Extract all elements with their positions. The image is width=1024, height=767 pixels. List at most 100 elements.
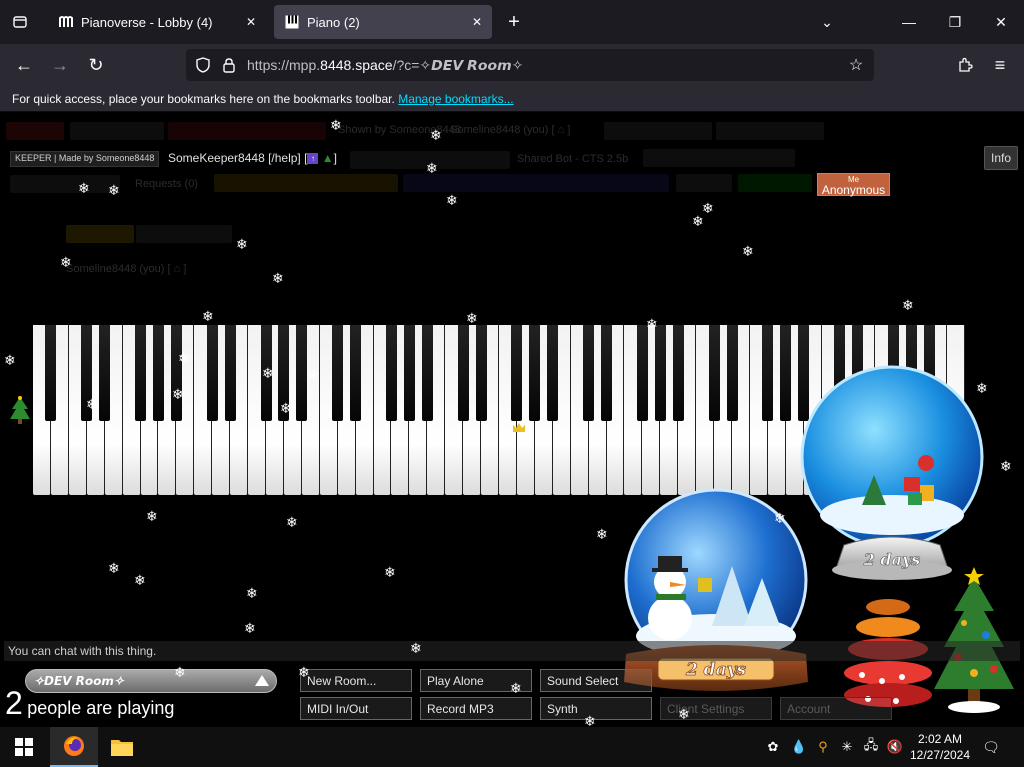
snowflake-icon: ❄ xyxy=(134,572,146,588)
black-key[interactable] xyxy=(636,325,648,421)
sparkle-tray-icon[interactable]: ✳ xyxy=(838,738,856,756)
black-key[interactable] xyxy=(780,325,792,421)
black-key[interactable] xyxy=(726,325,738,421)
black-key[interactable] xyxy=(135,325,147,421)
file-explorer-icon[interactable] xyxy=(98,727,146,767)
chat-input[interactable] xyxy=(4,641,1020,661)
extensions-icon[interactable] xyxy=(952,52,978,78)
black-key[interactable] xyxy=(81,325,93,421)
url-bar[interactable]: https://mpp.8448.space/?c=✧𝘿𝙀𝙑 𝙍𝙤𝙤𝙢✧ ☆ xyxy=(186,49,874,81)
black-key[interactable] xyxy=(457,325,469,421)
dim-label: Someline8448 (you) [ ⌂ ] xyxy=(450,124,571,136)
clock[interactable]: 2:02 AM 12/27/2024 xyxy=(904,731,976,763)
notification-icon[interactable]: 🗨 xyxy=(980,736,1002,758)
black-key[interactable] xyxy=(511,325,523,421)
back-icon[interactable]: ← xyxy=(11,52,37,78)
dim-control xyxy=(738,174,812,192)
play-alone-button[interactable]: Play Alone xyxy=(420,669,532,692)
close-window-icon[interactable]: ✕ xyxy=(986,8,1016,36)
black-key[interactable] xyxy=(583,325,595,421)
expand-up-icon[interactable] xyxy=(255,675,269,686)
start-button[interactable] xyxy=(0,727,48,767)
search-tray-icon[interactable]: ⚲ xyxy=(814,738,832,756)
menu-icon[interactable]: ≡ xyxy=(987,52,1013,78)
pianoverse-icon xyxy=(58,14,74,30)
black-key[interactable] xyxy=(296,325,308,421)
account-button[interactable]: Account xyxy=(780,697,892,720)
dim-control xyxy=(6,122,64,140)
black-key[interactable] xyxy=(170,325,182,421)
manage-bookmarks-link[interactable]: Manage bookmarks... xyxy=(398,92,513,106)
black-key[interactable] xyxy=(762,325,774,421)
snowflake-icon: ❄ xyxy=(272,270,284,286)
black-key[interactable] xyxy=(278,325,290,421)
forward-icon[interactable]: → xyxy=(47,52,73,78)
black-key[interactable] xyxy=(421,325,433,421)
black-key[interactable] xyxy=(224,325,236,421)
reload-icon[interactable]: ↻ xyxy=(83,52,109,78)
record-mp3-button[interactable]: Record MP3 xyxy=(420,697,532,720)
black-key[interactable] xyxy=(403,325,415,421)
windows-icon xyxy=(15,738,33,756)
lock-icon[interactable] xyxy=(220,56,238,74)
client-settings-button[interactable]: Client Settings xyxy=(660,697,772,720)
snowflake-icon: ❄ xyxy=(146,508,158,524)
black-key[interactable] xyxy=(601,325,613,421)
black-key[interactable] xyxy=(547,325,559,421)
dim-label: Requests (0) xyxy=(135,178,198,190)
black-key[interactable] xyxy=(672,325,684,421)
tab-pianoverse-lobby[interactable]: Pianoverse - Lobby (4) ✕ xyxy=(48,5,266,39)
network-icon[interactable]: 🖧 xyxy=(862,737,880,756)
tab-list-icon[interactable] xyxy=(6,8,34,36)
dim-label: Someline8448 (you) [ ⌂ ] xyxy=(66,263,187,275)
volume-muted-icon[interactable]: 🔇 xyxy=(886,738,904,756)
black-key[interactable] xyxy=(99,325,111,421)
list-all-tabs-icon[interactable]: ⌄ xyxy=(812,8,842,36)
black-key[interactable] xyxy=(152,325,164,421)
restore-icon[interactable]: ❐ xyxy=(940,8,970,36)
info-button[interactable]: Info xyxy=(984,146,1018,170)
snowflake-icon: ❄ xyxy=(384,564,396,580)
user-anonymous-badge[interactable]: Me Anonymous xyxy=(817,173,890,196)
black-key[interactable] xyxy=(350,325,362,421)
black-key[interactable] xyxy=(260,325,272,421)
sound-select-button[interactable]: Sound Select xyxy=(540,669,652,692)
black-key[interactable] xyxy=(332,325,344,421)
dim-control xyxy=(716,122,824,140)
dim-control xyxy=(66,225,134,243)
snowflake-icon: ❄ xyxy=(1000,458,1012,474)
black-key[interactable] xyxy=(475,325,487,421)
black-key[interactable] xyxy=(206,325,218,421)
black-key[interactable] xyxy=(654,325,666,421)
keeper-badge: KEEPER | Made by Someone8448 xyxy=(10,151,160,167)
minimize-icon[interactable]: — xyxy=(894,8,924,36)
close-tab-icon[interactable]: ✕ xyxy=(468,13,486,31)
new-room-button[interactable]: New Room... xyxy=(300,669,412,692)
tab-piano[interactable]: Piano (2) ✕ xyxy=(274,5,492,39)
tab-title: Pianoverse - Lobby (4) xyxy=(81,14,213,30)
bookmark-star-icon[interactable]: ☆ xyxy=(846,55,866,75)
black-key[interactable] xyxy=(385,325,397,421)
snowflake-icon: ❄ xyxy=(286,514,298,530)
bookmarks-toolbar: For quick access, place your bookmarks h… xyxy=(0,86,1024,112)
synth-button[interactable]: Synth xyxy=(540,697,652,720)
firefox-taskbar-icon[interactable] xyxy=(50,727,98,767)
tree-cursor-icon xyxy=(10,396,30,424)
black-key[interactable] xyxy=(708,325,720,421)
close-tab-icon[interactable]: ✕ xyxy=(242,13,260,31)
snowflake-icon: ❄ xyxy=(702,200,714,216)
midi-button[interactable]: MIDI In/Out xyxy=(300,697,412,720)
dim-label: Shared Bot - CTS 2.5b xyxy=(517,153,629,165)
black-key[interactable] xyxy=(529,325,541,421)
piano-page: Shown by Someone8448 Someline8448 (you) … xyxy=(0,113,1024,727)
shield-icon[interactable] xyxy=(194,56,212,74)
color-picker-tray-icon[interactable]: ✿ xyxy=(764,738,782,756)
black-key[interactable] xyxy=(45,325,57,421)
dim-label: Shown by Someone8448 xyxy=(338,124,461,136)
dim-control xyxy=(136,225,232,243)
water-drop-tray-icon[interactable]: 💧 xyxy=(790,738,808,756)
snowflake-icon: ❄ xyxy=(742,243,754,259)
piano-icon xyxy=(284,14,300,30)
user-name: Anonymous xyxy=(821,183,886,197)
new-tab-icon[interactable]: + xyxy=(502,10,526,34)
